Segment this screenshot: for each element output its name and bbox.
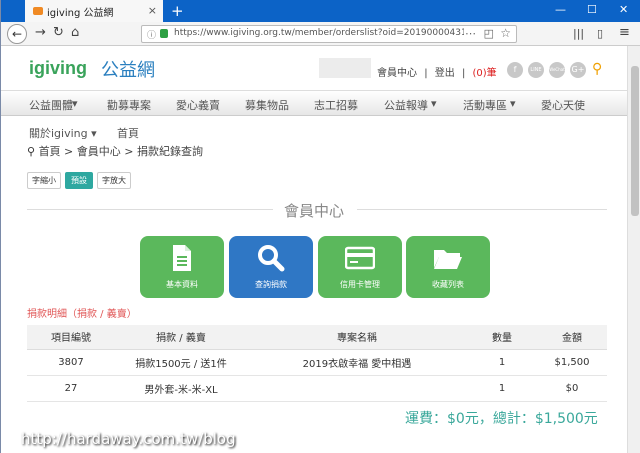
cell-id: 3807 [27,349,115,376]
font-larger-button[interactable]: 字放大 [97,172,131,189]
credit-card-tile-button[interactable]: 信用卡管理 [318,236,402,298]
menu-item[interactable]: 公益報導 [384,97,428,113]
column-header: 捐款 / 義賣 [115,325,247,350]
cell-project [247,375,467,402]
cell-qty: 1 [467,375,537,402]
column-header: 金額 [537,325,607,350]
back-button[interactable]: ← [7,24,27,44]
close-window-button[interactable]: ✕ [619,3,628,16]
about-dropdown[interactable]: 關於igiving ▾ [29,125,97,141]
logo-subtitle[interactable]: 公益網 [101,56,155,82]
cell-amount: $0 [537,375,607,402]
menu-item[interactable]: 公益團體 [29,97,73,113]
cell-id: 27 [27,375,115,402]
logout-link[interactable]: 登出 [435,68,455,79]
column-header: 項目編號 [27,325,115,350]
google-plus-icon[interactable]: G+ [570,62,586,78]
font-smaller-button[interactable]: 字縮小 [27,172,61,189]
document-icon [173,245,191,271]
site-info-icon[interactable]: ⓘ [147,28,156,41]
divider [357,209,607,210]
home-link[interactable]: 首頁 [117,125,139,141]
menu-item[interactable]: 勸募專案 [107,97,151,113]
page-scrollbar[interactable] [627,46,640,453]
home-icon[interactable]: ⌂ [71,25,79,40]
search-icon [258,245,285,272]
facebook-icon[interactable]: f [507,62,523,78]
header-links: 會員中心 | 登出 | (0)筆 [377,64,497,79]
cell-item: 捐款1500元 / 送1件 [115,349,247,376]
breadcrumb: ⚲ 首頁 > 會員中心 > 捐款紀錄查詢 [27,143,203,159]
scrollbar-thumb[interactable] [631,66,639,216]
tile-label: 信用卡管理 [340,280,380,289]
menu-item[interactable]: 愛心天使 [541,97,585,113]
menu-item[interactable]: 活動專區 [463,97,507,113]
column-header: 數量 [467,325,537,350]
site-header: igiving 公益網 會員中心 | 登出 | (0)筆 f LINE WeCh… [1,46,627,90]
tab-close-icon[interactable]: × [148,4,157,17]
cell-qty: 1 [467,349,537,376]
menu-caret-icon: ▾ [510,97,516,110]
url-text: https://www.igiving.org.tw/member/orders… [174,28,464,38]
cell-item: 男外套-米-米-XL [115,375,247,402]
separator: | [424,68,428,79]
member-center-link[interactable]: 會員中心 [377,68,417,79]
line-icon[interactable]: LINE [528,62,544,78]
column-header: 專案名稱 [247,325,467,350]
menu-item[interactable]: 愛心義賣 [176,97,220,113]
main-menu: 公益團體 ▾ 勸募專案 愛心義賣 募集物品 志工招募 公益報導 ▾ 活動專區 ▾… [1,90,627,116]
minimize-button[interactable]: — [555,3,566,16]
cell-amount: $1,500 [537,349,607,376]
menu-caret-icon: ▾ [431,97,437,110]
table-row: 3807 捐款1500元 / 送1件 2019衣啟幸福 愛中相遇 1 $1,50… [27,349,607,376]
watermark-text: http://hardaway.com.tw/blog [21,430,236,448]
donation-table: 項目編號 捐款 / 義賣 專案名稱 數量 金額 3807 捐款1500元 / 送… [27,325,607,402]
donation-query-tile-button[interactable]: 查詢捐款 [229,236,313,298]
tile-label: 基本資料 [166,280,198,289]
tile-label: 查詢捐款 [255,280,287,289]
location-pin-icon: ⚲ [27,145,36,158]
menu-icon[interactable]: ≡ [619,25,630,40]
reload-button[interactable]: ↻ [53,25,64,40]
section-title: 會員中心 [283,202,344,220]
order-total: 運費：$0元，總計：$1,500元 [405,411,598,427]
navigation-toolbar: ← → ↻ ⌂ ⓘ https://www.igiving.org.tw/mem… [1,22,640,46]
lock-icon [160,29,168,38]
table-header-row: 項目編號 捐款 / 義賣 專案名稱 數量 金額 [27,325,607,350]
favicon-icon [33,7,43,15]
favorites-tile-button[interactable]: 收藏列表 [406,236,490,298]
sidebar-icon[interactable]: ▯ [597,27,603,40]
folder-icon [434,250,462,269]
menu-caret-icon: ▾ [72,97,78,110]
address-bar[interactable]: ⓘ https://www.igiving.org.tw/member/orde… [141,25,517,43]
cell-project[interactable]: 2019衣啟幸福 愛中相遇 [247,349,467,376]
search-icon[interactable]: ⚲ [592,61,602,77]
cart-link[interactable]: (0)筆 [473,68,497,79]
menu-item[interactable]: 志工招募 [314,97,358,113]
browser-window: igiving 公益網 × + — ☐ ✕ ← → ↻ ⌂ ⓘ https://… [0,0,640,453]
tile-label: 收藏列表 [432,280,464,289]
tab-bar: igiving 公益網 × + — ☐ ✕ [1,0,640,22]
breadcrumb-text[interactable]: 首頁 > 會員中心 > 捐款紀錄查詢 [39,145,203,158]
tab-title: igiving 公益網 [47,7,114,19]
wechat-icon[interactable]: WeChat [549,62,565,78]
logo[interactable]: igiving [29,58,87,79]
maximize-button[interactable]: ☐ [587,3,597,16]
separator: | [461,68,466,79]
profile-tile-button[interactable]: 基本資料 [140,236,224,298]
bookmark-star-icon[interactable]: ☆ [500,26,511,40]
font-default-button[interactable]: 預設 [65,172,93,189]
detail-title: 捐款明細（捐款 / 義賣） [27,309,137,320]
forward-button[interactable]: → [35,25,46,40]
browser-tab[interactable]: igiving 公益網 × [25,0,163,22]
library-icon[interactable]: ||| [573,27,584,40]
page-actions-icon[interactable]: ⋯ [465,27,476,40]
new-tab-button[interactable]: + [171,2,184,20]
username-redacted [319,58,371,78]
credit-card-icon [345,246,375,270]
table-row: 27 男外套-米-米-XL 1 $0 [27,375,607,402]
pocket-icon[interactable]: ◰ [484,27,494,40]
menu-item[interactable]: 募集物品 [245,97,289,113]
